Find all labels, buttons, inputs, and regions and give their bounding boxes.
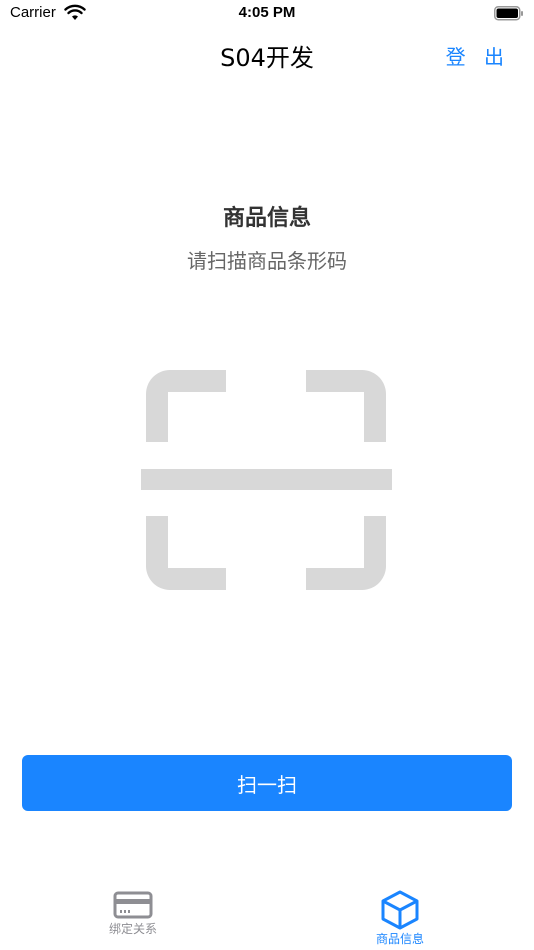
tab-binding-relation[interactable]: 绑定关系 <box>63 890 203 950</box>
tab-bar: 绑定关系 商品信息 <box>0 880 534 950</box>
tab-product-info[interactable]: 商品信息 <box>330 890 470 950</box>
logout-button[interactable]: 登 出 <box>446 41 510 70</box>
box-icon <box>381 890 419 930</box>
battery-icon <box>494 6 523 21</box>
section-title: 商品信息 <box>222 206 311 231</box>
scan-button[interactable]: 扫一扫 <box>22 755 512 811</box>
section-subtitle: 请扫描商品条形码 <box>187 249 347 273</box>
card-icon <box>113 891 153 919</box>
barcode-scan-icon <box>141 370 392 590</box>
status-bar: Carrier 4:05 PM <box>0 0 534 28</box>
tab-binding-label: 绑定关系 <box>108 922 157 936</box>
clock: 4:05 PM <box>238 4 296 21</box>
tab-product-label: 商品信息 <box>375 932 424 946</box>
